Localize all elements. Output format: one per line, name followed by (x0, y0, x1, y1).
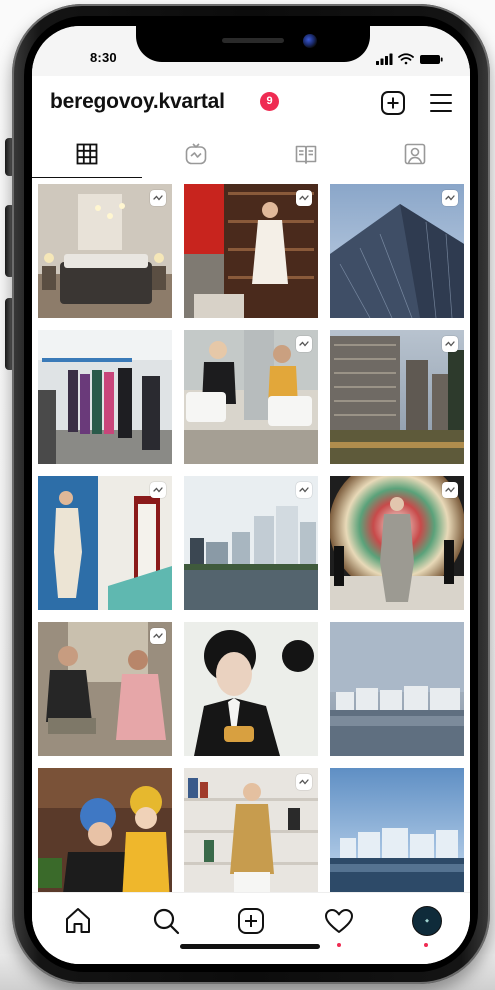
tab-guides[interactable] (251, 130, 361, 178)
post-tile[interactable] (38, 184, 172, 318)
reel-icon (150, 482, 166, 498)
profile-dot (424, 943, 428, 947)
post-tile[interactable] (38, 476, 172, 610)
profile-username[interactable]: beregovoy.kvartal (50, 90, 225, 114)
reel-icon (296, 482, 312, 498)
speaker-grille (222, 38, 284, 43)
reel-icon (150, 628, 166, 644)
post-tile[interactable] (38, 622, 172, 756)
post-tile[interactable] (330, 330, 464, 464)
grid-icon (76, 143, 98, 165)
igtv-icon (185, 143, 207, 165)
profile-tabs (32, 130, 470, 179)
reel-icon (296, 190, 312, 206)
post-tile[interactable] (184, 330, 318, 464)
phone-screen: 8:30 beregovoy.kvartal 9 ◆ (32, 26, 470, 964)
heart-icon[interactable] (323, 905, 355, 937)
posts-grid (32, 178, 470, 892)
post-tile[interactable] (184, 476, 318, 610)
post-tile[interactable] (184, 768, 318, 892)
reel-icon (442, 190, 458, 206)
reel-icon (150, 190, 166, 206)
tab-grid[interactable] (32, 130, 142, 179)
status-time: 8:30 (90, 50, 117, 65)
create-icon[interactable] (235, 905, 267, 937)
mockup-stage: 8:30 beregovoy.kvartal 9 ◆ (0, 0, 495, 990)
home-icon[interactable] (62, 905, 94, 937)
post-tile[interactable] (184, 184, 318, 318)
avatar[interactable]: ◆ (412, 906, 442, 936)
bottom-navigation: ◆ (32, 892, 470, 964)
search-icon[interactable] (150, 905, 182, 937)
post-tile[interactable] (330, 768, 464, 892)
status-icons (376, 52, 446, 66)
profile-header: beregovoy.kvartal 9 (32, 76, 470, 130)
post-tile[interactable] (184, 622, 318, 756)
reel-icon (442, 482, 458, 498)
phone-notch (136, 26, 370, 62)
post-tile[interactable] (38, 330, 172, 464)
tab-tagged[interactable] (361, 130, 471, 178)
guides-icon (295, 145, 317, 164)
post-tile[interactable] (330, 622, 464, 756)
front-camera (303, 34, 317, 48)
reel-icon (296, 336, 312, 352)
notification-badge[interactable]: 9 (260, 92, 279, 111)
reel-icon (442, 336, 458, 352)
post-tile[interactable] (330, 476, 464, 610)
signal-icon (376, 53, 393, 65)
wifi-icon (398, 53, 414, 65)
menu-icon[interactable] (428, 90, 454, 116)
activity-dot (337, 943, 341, 947)
battery-icon (420, 55, 443, 64)
tab-igtv[interactable] (142, 130, 252, 178)
new-post-icon[interactable] (380, 90, 406, 116)
post-tile[interactable] (330, 184, 464, 318)
phone-frame: 8:30 beregovoy.kvartal 9 ◆ (12, 4, 490, 984)
tagged-icon (404, 143, 426, 165)
post-tile[interactable] (38, 768, 172, 892)
reel-icon (296, 774, 312, 790)
home-indicator[interactable] (180, 944, 320, 949)
